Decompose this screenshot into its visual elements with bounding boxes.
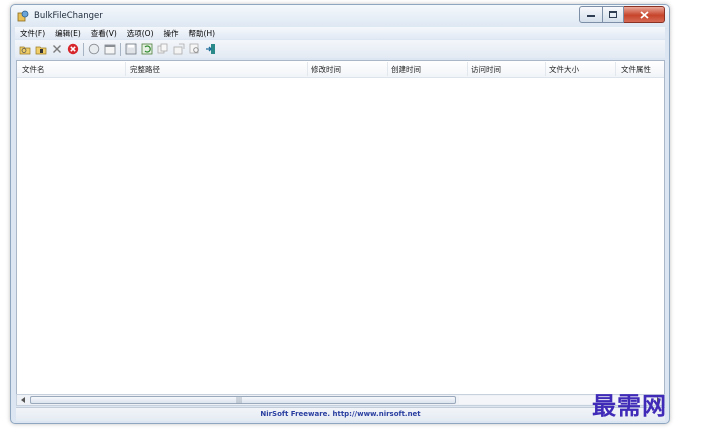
- window-controls: [579, 6, 665, 23]
- save-icon: [125, 43, 137, 55]
- status-bar: NirSoft Freeware. http://www.nirsoft.net: [16, 407, 665, 421]
- menu-view[interactable]: 查看(V): [86, 28, 122, 39]
- open-folder-button[interactable]: [18, 42, 32, 56]
- clear-icon: [67, 43, 79, 55]
- remove-button[interactable]: [50, 42, 64, 56]
- menu-options[interactable]: 选项(O): [122, 28, 159, 39]
- column-divider[interactable]: [615, 62, 616, 76]
- add-folder-icon: [35, 46, 47, 54]
- scroll-left-button[interactable]: [17, 395, 29, 405]
- refresh-button[interactable]: [140, 42, 154, 56]
- scrollbar-thumb[interactable]: |||: [30, 396, 456, 404]
- exit-button[interactable]: [204, 42, 218, 56]
- maximize-button[interactable]: [603, 6, 624, 23]
- column-divider[interactable]: [545, 62, 546, 76]
- save-button[interactable]: [124, 42, 138, 56]
- title-bar[interactable]: BulkFileChanger: [11, 5, 669, 27]
- column-header-row: 文件名 完整路径 修改时间 创建时间 访问时间 文件大小 文件属性: [17, 61, 664, 78]
- copy-button[interactable]: [156, 42, 170, 56]
- minimize-button[interactable]: [579, 6, 603, 23]
- grip-icon: |||: [236, 397, 243, 404]
- column-divider[interactable]: [467, 62, 468, 76]
- window-button[interactable]: [103, 42, 117, 56]
- app-icon: [17, 10, 29, 22]
- minimize-icon: [587, 14, 595, 17]
- copy-icon: [157, 43, 168, 54]
- properties-button[interactable]: [172, 42, 186, 56]
- close-icon: [639, 10, 649, 19]
- status-link[interactable]: NirSoft Freeware. http://www.nirsoft.net: [16, 410, 665, 418]
- column-filename[interactable]: 文件名: [22, 64, 45, 75]
- find-icon: [189, 43, 199, 54]
- horizontal-scrollbar[interactable]: |||: [16, 394, 665, 406]
- app-window: BulkFileChanger 文件(F) 编辑(E) 查看(V) 选项(O) …: [10, 4, 670, 424]
- menu-bar: 文件(F) 编辑(E) 查看(V) 选项(O) 操作 帮助(H): [15, 27, 665, 39]
- toolbar-separator: [83, 42, 84, 56]
- exit-icon: [206, 44, 215, 54]
- column-full-path[interactable]: 完整路径: [130, 64, 160, 75]
- toolbar-separator: [120, 42, 121, 56]
- open-folder-icon: [19, 46, 31, 54]
- toolbar: [15, 40, 665, 58]
- column-created-time[interactable]: 创建时间: [391, 64, 421, 75]
- watermark: 最需网: [592, 391, 667, 420]
- file-list[interactable]: 文件名 完整路径 修改时间 创建时间 访问时间 文件大小 文件属性: [16, 60, 665, 395]
- window-title: BulkFileChanger: [34, 11, 103, 21]
- column-file-size[interactable]: 文件大小: [549, 64, 579, 75]
- options-button[interactable]: [87, 42, 101, 56]
- close-button[interactable]: [624, 6, 665, 23]
- column-modified-time[interactable]: 修改时间: [311, 64, 341, 75]
- column-attributes[interactable]: 文件属性: [621, 64, 651, 75]
- menu-help[interactable]: 帮助(H): [184, 28, 221, 39]
- arrow-left-icon: [20, 397, 25, 403]
- options-icon: [88, 43, 100, 55]
- menu-file[interactable]: 文件(F): [15, 28, 50, 39]
- menu-edit[interactable]: 编辑(E): [50, 28, 86, 39]
- refresh-icon: [141, 43, 153, 55]
- maximize-icon: [609, 11, 617, 18]
- window-icon: [104, 44, 116, 54]
- clear-button[interactable]: [66, 42, 80, 56]
- add-folder-button[interactable]: [34, 42, 48, 56]
- find-button[interactable]: [188, 42, 202, 56]
- column-divider[interactable]: [125, 62, 126, 76]
- properties-icon: [173, 43, 185, 55]
- column-divider[interactable]: [387, 62, 388, 76]
- menu-action[interactable]: 操作: [159, 28, 184, 39]
- column-divider[interactable]: [307, 62, 308, 76]
- remove-icon: [53, 45, 61, 53]
- column-accessed-time[interactable]: 访问时间: [471, 64, 501, 75]
